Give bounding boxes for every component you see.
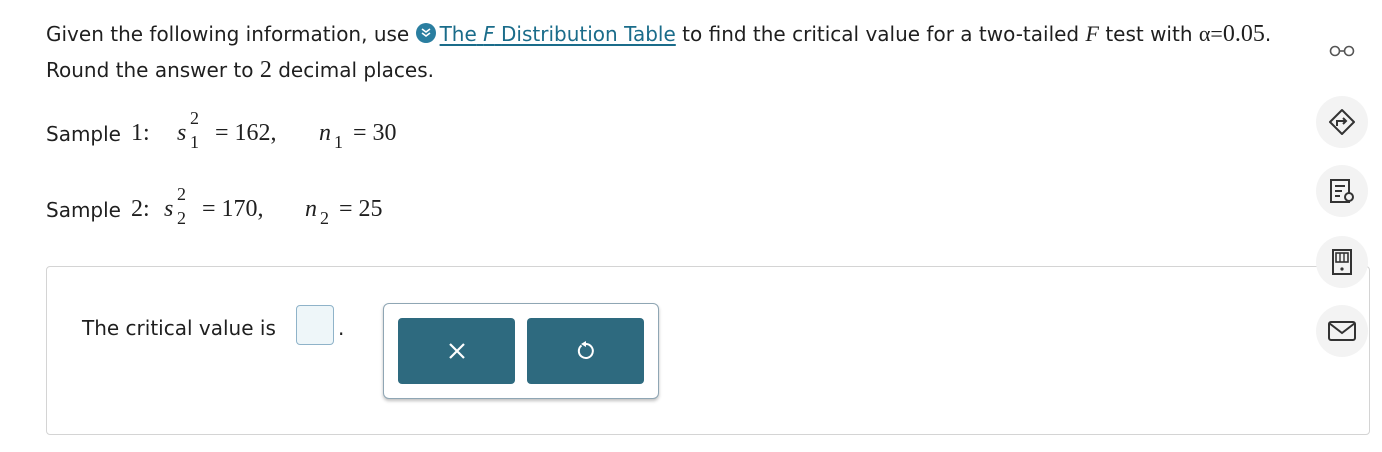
direction-button[interactable] <box>1316 96 1368 148</box>
size-symbol: n <box>305 196 317 222</box>
glasses-button[interactable] <box>1316 24 1368 76</box>
calculator-button[interactable] <box>1316 236 1368 288</box>
size-subscript: 2 <box>320 208 329 228</box>
mail-button[interactable] <box>1316 305 1368 357</box>
sample-label: Sample <box>46 198 121 222</box>
checklist-lightbulb-icon <box>1330 179 1354 203</box>
question-period: . <box>1264 22 1272 46</box>
direction-sign-icon <box>1329 109 1355 135</box>
size-symbol: n <box>319 120 331 146</box>
variance-symbol: s <box>164 196 174 222</box>
round-prefix: Round the answer to <box>46 58 254 82</box>
checklist-button[interactable] <box>1316 165 1368 217</box>
answer-prompt: The critical value is <box>82 316 276 340</box>
f-distribution-table-link[interactable]: The F Distribution Table <box>440 22 676 46</box>
question-intro: Given the following information, use <box>46 22 410 46</box>
answer-period: . <box>338 316 345 340</box>
size-subscript: 1 <box>334 132 343 152</box>
variance-value: = 170, <box>202 196 264 222</box>
variance-symbol: s <box>177 120 187 146</box>
variance-value: = 162, <box>215 120 277 146</box>
question-line-1: Given the following information, use The… <box>46 20 1271 48</box>
close-icon <box>448 343 465 359</box>
variance-subscript: 1 <box>190 132 199 152</box>
variance-exponent: 2 <box>190 108 199 128</box>
f-symbol: F <box>1085 21 1099 46</box>
size-value: = 30 <box>353 120 397 146</box>
sample-number: 1: <box>131 120 150 146</box>
question-after-link: to find the critical value for a two-tai… <box>682 22 1080 46</box>
sample-number: 2: <box>131 196 150 222</box>
calculator-icon <box>1332 249 1352 275</box>
alpha-value: 0.05 <box>1222 21 1265 47</box>
undo-icon <box>577 341 594 359</box>
expand-chevron-icon[interactable] <box>415 23 436 43</box>
glasses-icon <box>1329 45 1355 57</box>
question-line-2: Round the answer to 2 decimal places. <box>46 56 434 84</box>
round-suffix: decimal places. <box>278 58 435 82</box>
clear-button[interactable] <box>398 318 515 384</box>
undo-button[interactable] <box>527 318 644 384</box>
variance-subscript: 2 <box>177 208 186 228</box>
alpha-symbol: α <box>1198 21 1211 46</box>
sample-label: Sample <box>46 122 121 146</box>
answer-panel <box>46 266 1370 435</box>
mail-icon <box>1328 321 1356 341</box>
size-value: = 25 <box>339 196 383 222</box>
alpha-equals: = <box>1210 21 1223 46</box>
variance-exponent: 2 <box>177 184 186 204</box>
question-test-with: test with <box>1105 22 1193 46</box>
critical-value-input[interactable] <box>296 305 334 345</box>
round-digits: 2 <box>259 57 272 83</box>
